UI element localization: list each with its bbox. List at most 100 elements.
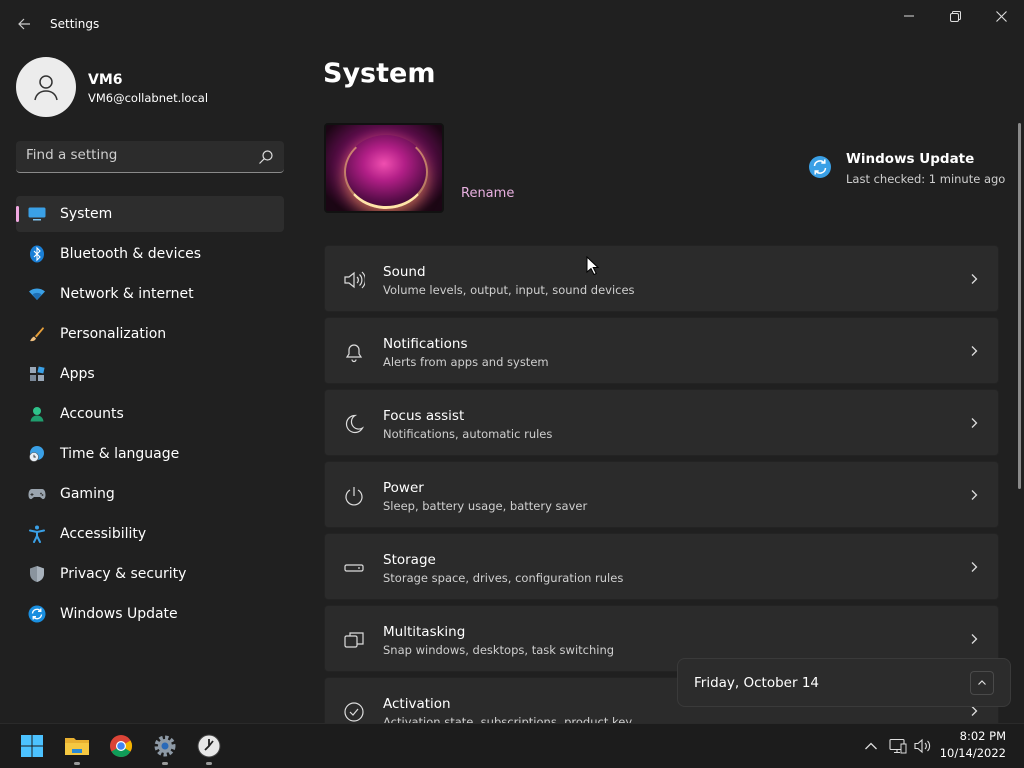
card-notifications[interactable]: Notifications Alerts from apps and syste… xyxy=(324,317,999,384)
flyout-date[interactable]: Friday, October 14 xyxy=(694,675,819,691)
moon-icon xyxy=(345,414,365,434)
volume-tray-button[interactable] xyxy=(914,737,932,755)
apps-icon xyxy=(28,365,46,383)
card-title: Multitasking xyxy=(383,624,466,640)
clock-app-icon xyxy=(197,734,221,758)
show-hidden-icons-button[interactable] xyxy=(862,737,880,755)
globe-clock-icon xyxy=(28,445,46,463)
sidebar-item-label: Accounts xyxy=(60,406,124,422)
wallpaper-arc xyxy=(344,135,428,209)
card-subtitle: Storage space, drives, configuration rul… xyxy=(383,571,624,585)
restore-button[interactable] xyxy=(932,0,978,32)
title-bar: Settings xyxy=(0,0,1024,48)
sidebar-item-gaming[interactable]: Gaming xyxy=(16,476,284,512)
volume-icon xyxy=(914,738,931,754)
sidebar-item-privacy[interactable]: Privacy & security xyxy=(16,556,284,592)
taskbar: 8:02 PM 10/14/2022 xyxy=(0,723,1024,768)
card-subtitle: Volume levels, output, input, sound devi… xyxy=(383,283,635,297)
minimize-icon xyxy=(904,15,914,17)
card-subtitle: Notifications, automatic rules xyxy=(383,427,553,441)
close-button[interactable] xyxy=(978,0,1024,32)
wifi-icon xyxy=(28,285,46,303)
user-name: VM6 xyxy=(88,72,123,88)
taskbar-time[interactable]: 8:02 PM xyxy=(960,729,1006,743)
sidebar-item-personalization[interactable]: Personalization xyxy=(16,316,284,352)
chevron-right-icon xyxy=(971,562,978,572)
settings-cards: Sound Volume levels, output, input, soun… xyxy=(324,245,999,723)
card-focus-assist[interactable]: Focus assist Notifications, automatic ru… xyxy=(324,389,999,456)
sidebar-item-label: Apps xyxy=(60,366,95,382)
network-icon xyxy=(889,738,907,754)
sidebar-item-label: Network & internet xyxy=(60,286,194,302)
card-title: Storage xyxy=(383,552,436,568)
sidebar-nav: System Bluetooth & devices Network & int… xyxy=(16,196,284,636)
calendar-flyout: Friday, October 14 xyxy=(677,658,1011,707)
desktop-wallpaper-thumbnail xyxy=(324,123,444,213)
sidebar-item-time-language[interactable]: Time & language xyxy=(16,436,284,472)
storage-icon xyxy=(344,564,364,572)
windows-update-status: Last checked: 1 minute ago xyxy=(846,172,1006,186)
settings-icon xyxy=(154,735,176,757)
windows-update-title[interactable]: Windows Update xyxy=(846,151,974,167)
card-subtitle: Alerts from apps and system xyxy=(383,355,549,369)
taskbar-date[interactable]: 10/14/2022 xyxy=(940,746,1006,760)
card-storage[interactable]: Storage Storage space, drives, configura… xyxy=(324,533,999,600)
search-box[interactable] xyxy=(16,141,284,173)
sidebar-item-system[interactable]: System xyxy=(16,196,284,232)
chevron-right-icon xyxy=(971,346,978,356)
close-icon xyxy=(995,10,1007,22)
search-icon[interactable] xyxy=(258,149,274,165)
sidebar-item-windows-update[interactable]: Windows Update xyxy=(16,596,284,632)
sidebar-item-apps[interactable]: Apps xyxy=(16,356,284,392)
mouse-cursor-icon xyxy=(586,256,600,276)
chevron-right-icon xyxy=(971,274,978,284)
sidebar-item-label: Personalization xyxy=(60,326,167,342)
search-input[interactable] xyxy=(26,147,246,163)
taskbar-chrome[interactable] xyxy=(106,731,136,761)
taskbar-settings[interactable] xyxy=(150,731,180,765)
windows-update-icon[interactable] xyxy=(808,155,832,179)
brush-icon xyxy=(28,325,46,343)
speaker-icon xyxy=(344,271,365,289)
avatar[interactable] xyxy=(16,57,76,117)
card-title: Sound xyxy=(383,264,426,280)
check-circle-icon xyxy=(344,702,364,722)
card-title: Notifications xyxy=(383,336,468,352)
chevron-right-icon xyxy=(971,490,978,500)
user-email: VM6@collabnet.local xyxy=(88,91,209,105)
sidebar-item-network[interactable]: Network & internet xyxy=(16,276,284,312)
shield-icon xyxy=(28,565,46,583)
sidebar-item-label: Time & language xyxy=(60,446,180,462)
sidebar-item-label: Gaming xyxy=(60,486,115,502)
start-button[interactable] xyxy=(17,731,47,761)
sidebar-item-accounts[interactable]: Accounts xyxy=(16,396,284,432)
card-sound[interactable]: Sound Volume levels, output, input, soun… xyxy=(324,245,999,312)
system-icon xyxy=(28,205,46,223)
expand-calendar-button[interactable] xyxy=(970,671,994,695)
chevron-up-icon xyxy=(865,742,877,750)
sidebar-item-accessibility[interactable]: Accessibility xyxy=(16,516,284,552)
rename-link[interactable]: Rename xyxy=(461,186,514,201)
card-power[interactable]: Power Sleep, battery usage, battery save… xyxy=(324,461,999,528)
sidebar-item-label: Bluetooth & devices xyxy=(60,246,202,262)
scrollbar[interactable] xyxy=(1018,123,1021,489)
sidebar-item-label: Accessibility xyxy=(60,526,147,542)
settings-window: Settings VM6 VM6@collabnet.local System … xyxy=(0,0,1024,723)
restore-icon xyxy=(949,10,961,22)
card-subtitle: Sleep, battery usage, battery saver xyxy=(383,499,588,513)
network-tray-button[interactable] xyxy=(889,737,907,755)
chrome-icon xyxy=(110,735,132,757)
minimize-button[interactable] xyxy=(886,0,932,32)
update-icon xyxy=(28,605,46,623)
sidebar-item-bluetooth[interactable]: Bluetooth & devices xyxy=(16,236,284,272)
back-button[interactable] xyxy=(12,12,36,36)
sidebar-item-label: Privacy & security xyxy=(60,566,187,582)
back-arrow-icon xyxy=(18,18,30,30)
card-subtitle: Snap windows, desktops, task switching xyxy=(383,643,615,657)
file-explorer-icon xyxy=(65,738,89,755)
app-title: Settings xyxy=(50,17,100,31)
taskbar-clock-app[interactable] xyxy=(194,731,224,765)
user-icon xyxy=(34,75,58,101)
taskbar-file-explorer[interactable] xyxy=(62,731,92,765)
chevron-right-icon xyxy=(971,634,978,644)
